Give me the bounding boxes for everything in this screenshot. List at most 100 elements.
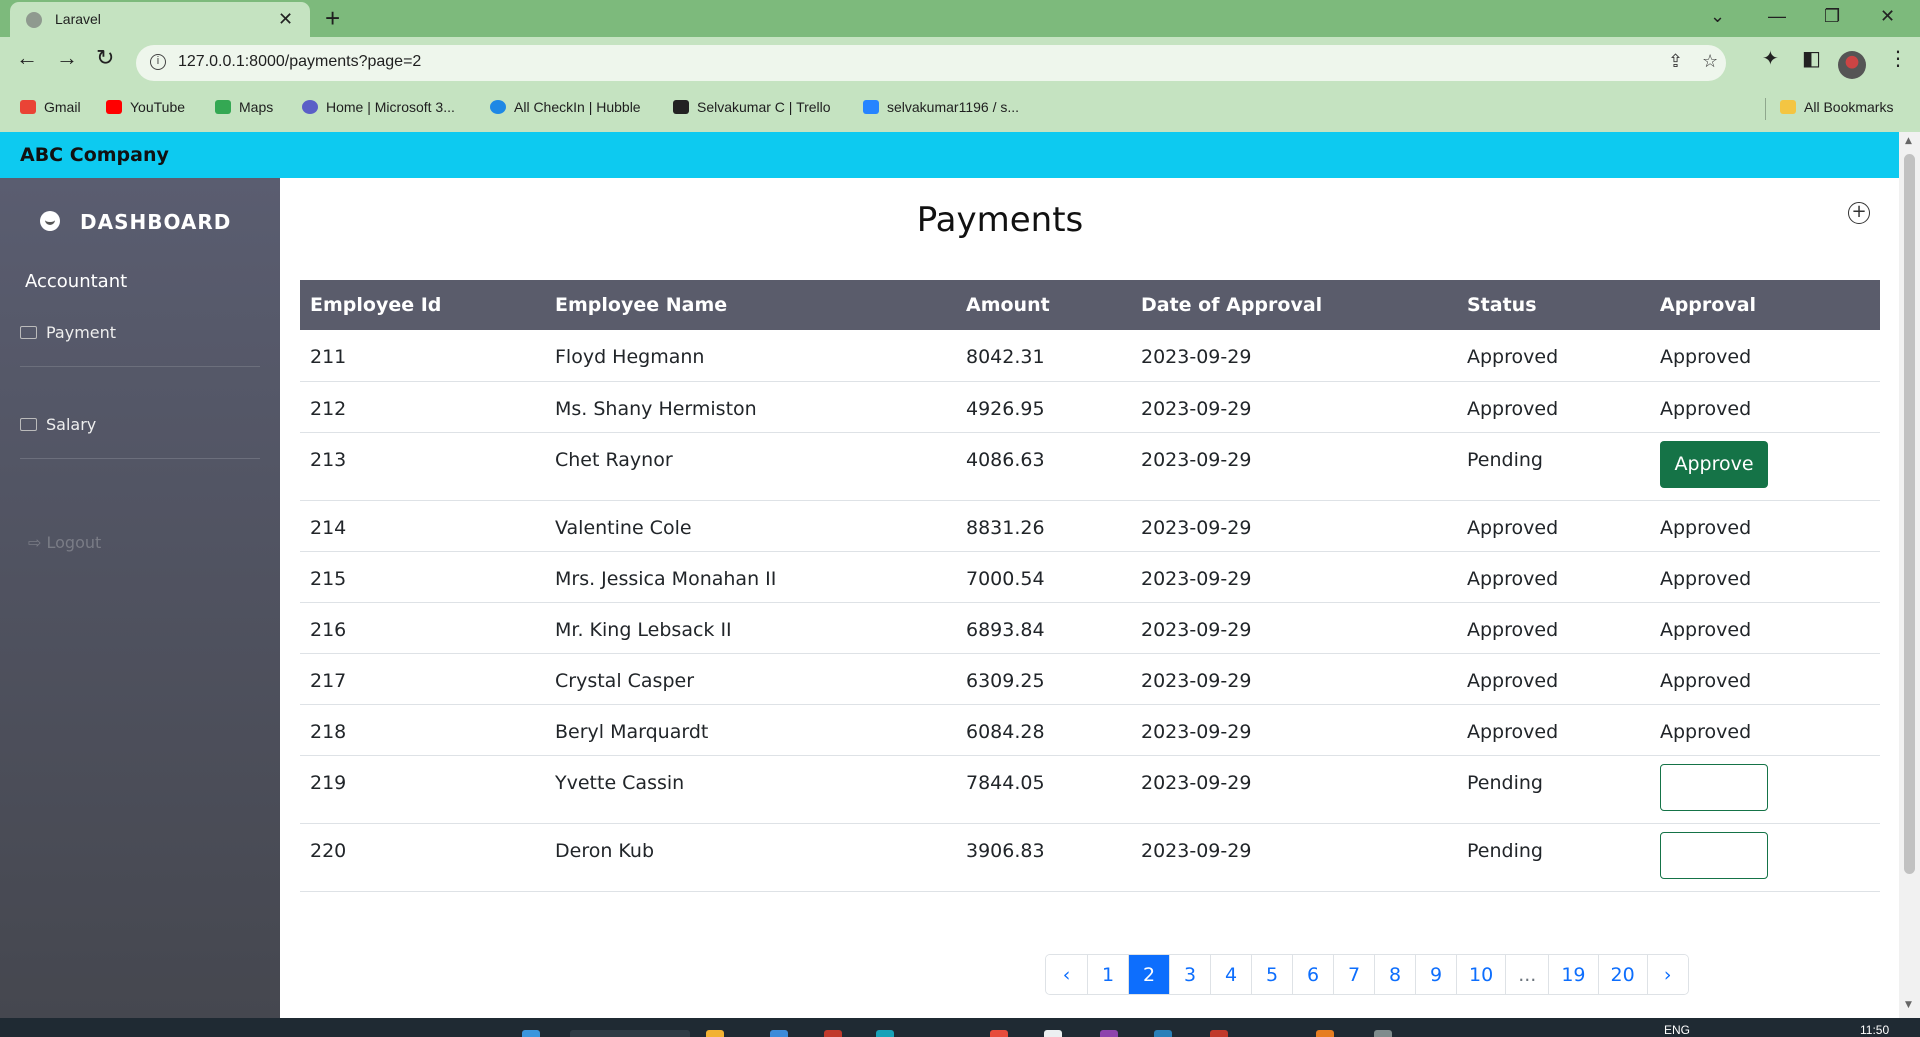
employee-id: 219	[300, 755, 545, 824]
address-bar[interactable]: i 127.0.0.1:8000/payments?page=2 ⇪ ☆	[136, 45, 1726, 81]
minimize-icon[interactable]: —	[1768, 6, 1786, 27]
approval-date: 2023-09-29	[1131, 381, 1457, 433]
page-link[interactable]: 6	[1292, 955, 1333, 994]
employee-id: 211	[300, 330, 545, 382]
table-row: 214 Valentine Cole 8831.26 2023-09-29 Ap…	[300, 500, 1880, 552]
browser-tab-strip: Laravel ✕ + ⌄ — ❐ ✕	[0, 0, 1920, 37]
column-header: Status	[1467, 294, 1537, 316]
status: Approved	[1457, 602, 1650, 654]
status: Approved	[1457, 653, 1650, 705]
page-link[interactable]: 4	[1210, 955, 1251, 994]
browser-tab[interactable]: Laravel ✕	[10, 2, 310, 37]
app-icon[interactable]	[1316, 1030, 1334, 1037]
bookmark-youtube[interactable]: YouTube	[106, 99, 185, 115]
page-scrollbar[interactable]: ▲ ▼	[1899, 132, 1920, 1018]
app-icon[interactable]	[1374, 1030, 1392, 1037]
forward-icon[interactable]: →	[56, 45, 78, 71]
side-panel-icon[interactable]: ◧	[1802, 46, 1821, 70]
approve-button[interactable]	[1660, 763, 1768, 811]
amount: 8042.31	[956, 330, 1131, 382]
approval: Approved	[1650, 602, 1880, 654]
new-tab-icon[interactable]: +	[325, 3, 340, 34]
status: Pending	[1457, 755, 1650, 824]
gmail-icon	[20, 100, 36, 114]
scroll-up-icon[interactable]: ▲	[1905, 136, 1912, 146]
file-explorer-icon[interactable]	[706, 1030, 724, 1037]
amount: 8831.26	[956, 500, 1131, 552]
page-link[interactable]: 1	[1087, 955, 1128, 994]
bookmark-bitbucket[interactable]: selvakumar1196 / s...	[863, 99, 1019, 115]
extensions-icon[interactable]: ✦	[1762, 46, 1779, 70]
sidebar-item-payment[interactable]: Payment	[20, 323, 116, 342]
tab-search-icon[interactable]: ⌄	[1710, 6, 1725, 27]
hubble-icon	[490, 100, 506, 114]
brand-name[interactable]: ABC Company	[20, 144, 169, 166]
page-link[interactable]: 9	[1415, 955, 1456, 994]
page-next[interactable]: ›	[1646, 955, 1688, 994]
bookmark-hubble[interactable]: All CheckIn | Hubble	[490, 99, 641, 115]
status: Approved	[1457, 330, 1650, 382]
approval: Approved	[1650, 653, 1880, 705]
clock[interactable]: 11:50	[1860, 1023, 1889, 1037]
bookmark-trello[interactable]: Selvakumar C | Trello	[673, 99, 831, 115]
bookmark-star-icon[interactable]: ☆	[1702, 51, 1718, 72]
page-prev[interactable]: ‹	[1046, 955, 1087, 994]
app-icon[interactable]	[1100, 1030, 1118, 1037]
bookmark-microsoft[interactable]: Home | Microsoft 3...	[302, 99, 455, 115]
employee-name: Deron Kub	[545, 823, 956, 892]
back-icon[interactable]: ←	[16, 45, 38, 71]
amount: 6893.84	[956, 602, 1131, 654]
language-indicator[interactable]: ENG	[1664, 1023, 1690, 1037]
approve-button[interactable]	[1660, 831, 1768, 879]
app-icon[interactable]	[824, 1030, 842, 1037]
sidebar-item-salary[interactable]: Salary	[20, 415, 96, 434]
app-icon[interactable]	[1044, 1030, 1062, 1037]
reload-icon[interactable]: ↻	[96, 45, 114, 71]
amount: 4926.95	[956, 381, 1131, 433]
app-icon[interactable]	[1210, 1030, 1228, 1037]
approve-button[interactable]: Approve	[1660, 440, 1768, 488]
windows-start-icon[interactable]	[522, 1030, 540, 1037]
table-row: 213 Chet Raynor 4086.63 2023-09-29 Pendi…	[300, 432, 1880, 501]
restore-icon[interactable]: ❐	[1824, 6, 1840, 27]
table-row: 215 Mrs. Jessica Monahan II 7000.54 2023…	[300, 551, 1880, 603]
menu-icon[interactable]: ⋮	[1888, 46, 1908, 70]
window-close-icon[interactable]: ✕	[1880, 6, 1895, 27]
approval-date: 2023-09-29	[1131, 551, 1457, 603]
column-header: Employee Id	[310, 294, 442, 316]
page-link[interactable]: 3	[1169, 955, 1210, 994]
app-icon[interactable]	[876, 1030, 894, 1037]
taskbar-search[interactable]	[570, 1030, 690, 1037]
page-link-active[interactable]: 2	[1128, 955, 1169, 994]
app-icon[interactable]	[770, 1030, 788, 1037]
share-icon[interactable]: ⇪	[1668, 51, 1683, 72]
scroll-down-icon[interactable]: ▼	[1905, 1000, 1912, 1010]
page-link[interactable]: 10	[1456, 955, 1506, 994]
logout-link[interactable]: ⇨ Logout	[28, 533, 101, 552]
page-link[interactable]: 5	[1251, 955, 1292, 994]
status: Approved	[1457, 381, 1650, 433]
approval-date: 2023-09-29	[1131, 653, 1457, 705]
page-link[interactable]: 20	[1597, 955, 1647, 994]
employee-id: 218	[300, 704, 545, 756]
page-link[interactable]: 8	[1374, 955, 1415, 994]
page-link[interactable]: 7	[1333, 955, 1374, 994]
bookmark-maps[interactable]: Maps	[215, 99, 273, 115]
dashboard-link[interactable]: DASHBOARD	[40, 210, 231, 234]
employee-name: Ms. Shany Hermiston	[545, 381, 956, 433]
bookmark-gmail[interactable]: Gmail	[20, 99, 81, 115]
scroll-thumb[interactable]	[1904, 154, 1915, 874]
sidebar: DASHBOARD Accountant Payment Salary ⇨ Lo…	[0, 178, 280, 1018]
status: Approved	[1457, 551, 1650, 603]
site-info-icon[interactable]: i	[150, 54, 166, 70]
close-tab-icon[interactable]: ✕	[278, 9, 293, 30]
all-bookmarks[interactable]: All Bookmarks	[1780, 99, 1893, 115]
approval-date: 2023-09-29	[1131, 602, 1457, 654]
profile-avatar[interactable]	[1838, 51, 1866, 79]
add-circle-icon[interactable]: +	[1848, 202, 1870, 224]
chrome-icon[interactable]	[990, 1030, 1008, 1037]
app-icon[interactable]	[1154, 1030, 1172, 1037]
sidebar-divider	[20, 458, 260, 459]
page-link[interactable]: 19	[1548, 955, 1598, 994]
table-header-row: Employee Id Employee Name Amount Date of…	[300, 280, 1880, 330]
